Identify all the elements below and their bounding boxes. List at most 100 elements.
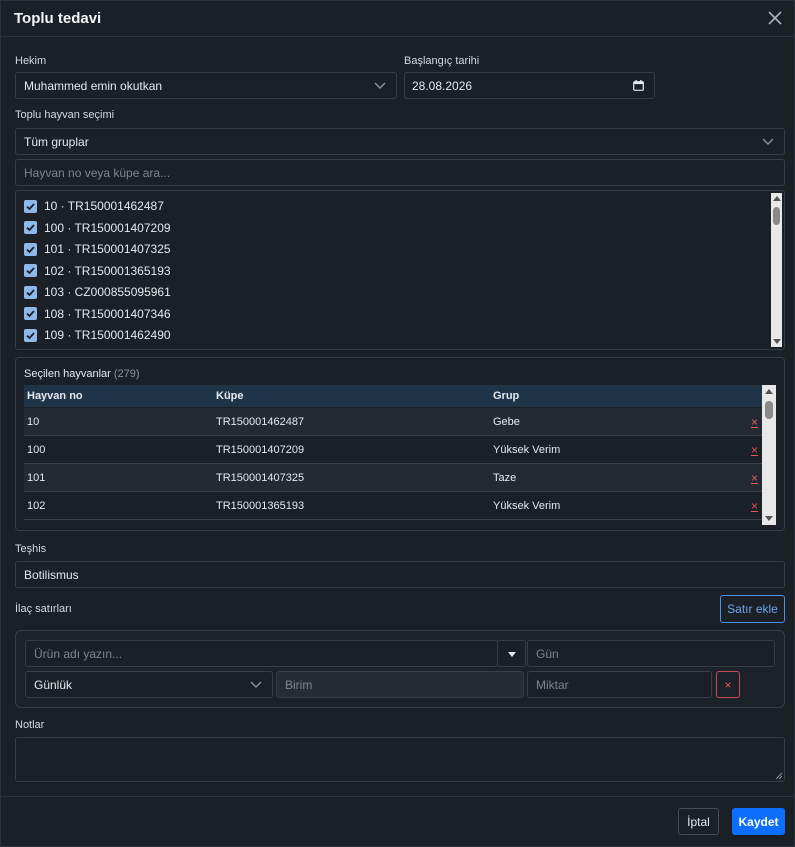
table-row: 101 TR150001407325 Taze × (24, 464, 762, 492)
start-date-value: 28.08.2026 (412, 78, 473, 93)
table-header: Hayvan no Küpe Grup (24, 385, 762, 407)
start-date-label: Başlangıç tarihi (404, 55, 480, 67)
remove-row-button[interactable]: × (751, 443, 758, 457)
group-value: Tüm gruplar (24, 134, 89, 149)
cell-no: 100 (27, 444, 46, 456)
cell-no: 101 (27, 472, 46, 484)
scroll-thumb[interactable] (773, 207, 780, 225)
table-row: 10 TR150001462487 Gebe × (24, 408, 762, 436)
product-input[interactable]: Ürün adı yazın... (25, 640, 498, 667)
list-item[interactable]: 102 · TR150001365193 (24, 261, 171, 281)
checkbox-checked-icon[interactable] (24, 221, 37, 234)
remove-drug-line-button[interactable]: × (716, 671, 740, 698)
list-item[interactable]: 100 · TR150001407209 (24, 218, 171, 238)
save-button[interactable]: Kaydet (732, 808, 785, 835)
animal-search-placeholder: Hayvan no veya küpe ara... (24, 165, 171, 180)
vet-label: Hekim (15, 55, 47, 67)
list-item[interactable]: 10 · TR150001462487 (24, 196, 164, 216)
days-input[interactable]: Gün (527, 640, 775, 667)
remove-row-button[interactable]: × (751, 499, 758, 513)
cell-group: Yüksek Verim (493, 444, 561, 456)
bulk-treatment-dialog: Toplu tedavi Hekim Muhammed emin okutkan… (0, 0, 795, 847)
list-item-label: 109 · TR150001462490 (44, 328, 171, 342)
table-scrollbar[interactable] (762, 385, 776, 525)
selected-animals-title-text: Seçilen hayvanlar (24, 368, 111, 380)
cell-group: Yüksek Verim (493, 500, 561, 512)
cell-no: 102 (27, 500, 46, 512)
footer-divider (1, 796, 795, 797)
list-item-label: 101 · TR150001407325 (44, 242, 171, 256)
column-header-no: Hayvan no (27, 390, 83, 402)
diagnosis-label: Teşhis (15, 543, 47, 555)
days-placeholder: Gün (536, 646, 559, 661)
notes-label: Notlar (15, 719, 45, 731)
diagnosis-value: Botilismus (24, 567, 79, 582)
frequency-select[interactable]: Günlük (25, 671, 273, 698)
chevron-down-icon (762, 138, 774, 145)
cell-tag: TR150001407325 (216, 472, 305, 484)
list-scrollbar[interactable] (771, 193, 782, 347)
selected-animals-title: Seçilen hayvanlar (279) (24, 368, 140, 380)
list-item[interactable]: 109 · TR150001462490 (24, 325, 171, 345)
product-dropdown-toggle[interactable] (497, 640, 526, 667)
dialog-header: Toplu tedavi (1, 1, 795, 37)
table-row: 102 TR150001365193 Yüksek Verim × (24, 492, 762, 520)
drug-lines-label: İlaç satırları (15, 603, 72, 615)
list-item[interactable]: 103 · CZ000855095961 (24, 282, 171, 302)
vet-select[interactable]: Muhammed emin okutkan (15, 72, 397, 99)
selected-animals-count: (279) (113, 368, 140, 380)
amount-input[interactable]: Miktar (527, 671, 712, 698)
remove-row-button[interactable]: × (751, 415, 758, 429)
bulk-selection-label: Toplu hayvan seçimi (15, 109, 115, 121)
checkbox-checked-icon[interactable] (24, 199, 37, 213)
add-row-button[interactable]: Satır ekle (720, 595, 785, 623)
scroll-thumb[interactable] (765, 401, 773, 419)
chevron-down-icon (374, 82, 386, 89)
scroll-down-icon[interactable] (765, 516, 773, 521)
caret-down-icon (508, 652, 516, 657)
scroll-up-icon[interactable] (772, 196, 781, 201)
list-item[interactable]: 108 · TR150001407346 (24, 304, 171, 324)
checkbox-checked-icon[interactable] (24, 242, 37, 256)
list-item[interactable]: 101 · TR150001407325 (24, 239, 171, 259)
drug-line-row: Ürün adı yazın... Gün Günlük Birim Mikta… (15, 630, 785, 708)
start-date-input[interactable]: 28.08.2026 (404, 72, 655, 99)
frequency-value: Günlük (34, 677, 73, 692)
column-header-tag: Küpe (216, 390, 244, 402)
notes-textarea[interactable] (15, 737, 785, 782)
amount-placeholder: Miktar (536, 677, 569, 692)
scroll-down-icon[interactable] (772, 339, 781, 344)
animal-search-input[interactable]: Hayvan no veya küpe ara... (15, 159, 785, 186)
list-item-label: 100 · TR150001407209 (44, 220, 171, 235)
product-placeholder: Ürün adı yazın... (34, 646, 123, 661)
cell-group: Gebe (493, 416, 520, 428)
resize-handle-icon[interactable] (775, 772, 782, 779)
chevron-down-icon (250, 681, 262, 688)
close-icon[interactable] (764, 7, 786, 29)
animal-checkbox-list[interactable]: 10 · TR150001462487 100 · TR150001407209… (15, 190, 785, 350)
vet-value: Muhammed emin okutkan (24, 78, 163, 93)
remove-row-button[interactable]: × (751, 471, 758, 485)
cell-tag: TR150001462487 (216, 416, 305, 428)
column-header-group: Grup (493, 390, 520, 402)
list-item-label: 10 · TR150001462487 (44, 199, 164, 213)
scroll-up-icon[interactable] (765, 389, 773, 394)
diagnosis-input[interactable]: Botilismus (15, 561, 785, 588)
checkbox-checked-icon[interactable] (24, 328, 37, 342)
cell-group: Taze (493, 472, 517, 484)
checkbox-checked-icon[interactable] (24, 285, 37, 299)
selected-animals-panel: Seçilen hayvanlar (279) Hayvan no Küpe G… (15, 357, 785, 531)
group-select[interactable]: Tüm gruplar (15, 128, 785, 155)
table-row: 100 TR150001407209 Yüksek Verim × (24, 436, 762, 464)
calendar-icon[interactable] (633, 80, 644, 91)
cell-no: 10 (27, 416, 40, 428)
checkbox-checked-icon[interactable] (24, 264, 37, 277)
list-item-label: 102 · TR150001365193 (44, 263, 171, 278)
list-item-label: 108 · TR150001407346 (44, 306, 171, 321)
cell-tag: TR150001407209 (216, 444, 305, 456)
checkbox-checked-icon[interactable] (24, 307, 37, 320)
cancel-button[interactable]: İptal (678, 808, 719, 835)
dialog-title: Toplu tedavi (14, 10, 102, 27)
cell-tag: TR150001365193 (216, 500, 305, 512)
unit-input: Birim (276, 671, 524, 698)
